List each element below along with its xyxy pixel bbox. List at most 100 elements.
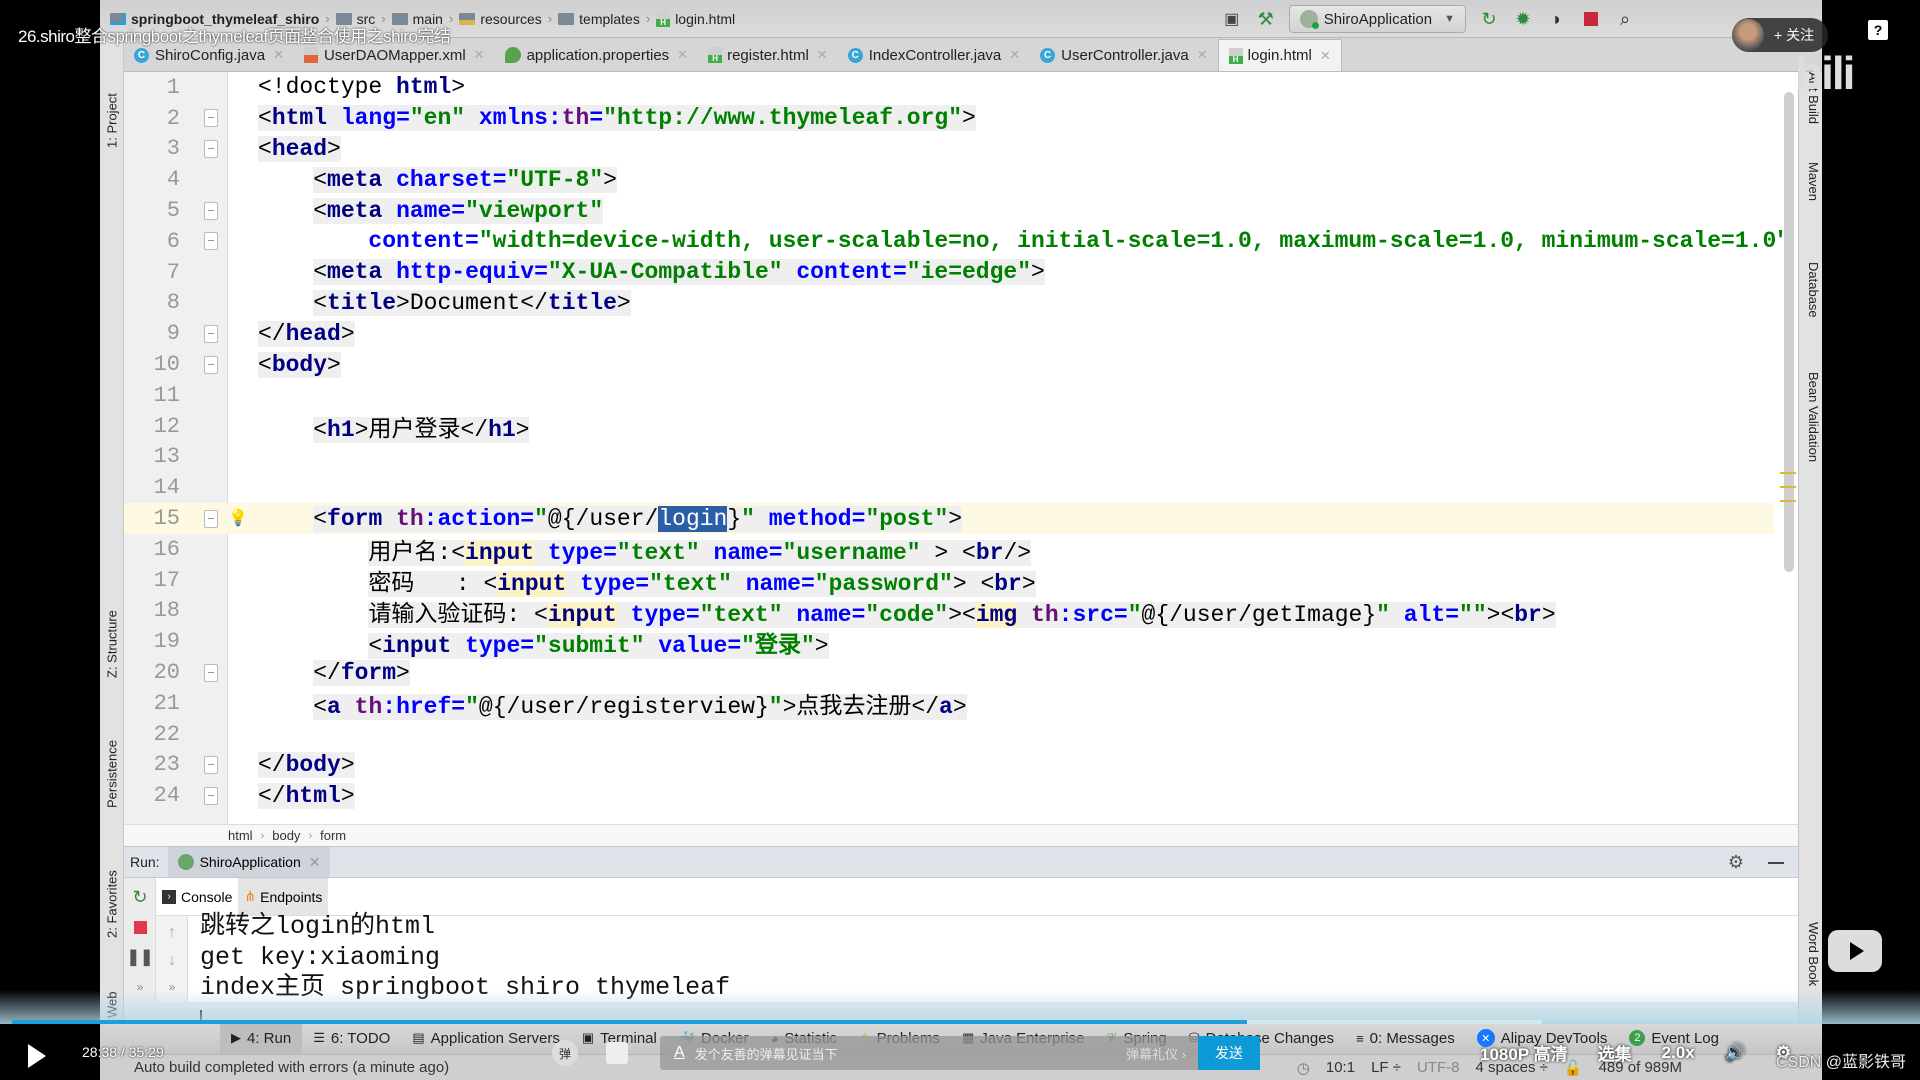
line-number[interactable]: 20 [124, 660, 184, 685]
more-icon[interactable]: » [163, 978, 181, 996]
tab-console[interactable]: › Console [156, 878, 239, 915]
play-icon[interactable] [28, 1044, 46, 1068]
line-number[interactable]: 13 [124, 444, 184, 469]
fold-marker-icon[interactable] [204, 109, 218, 128]
rerun-icon[interactable]: ↻ [1476, 6, 1502, 32]
tab-login-html[interactable]: Hlogin.html ✕ [1217, 39, 1342, 71]
line-number[interactable]: 19 [124, 629, 184, 654]
lightbulb-icon[interactable]: 💡 [228, 510, 248, 528]
code-line[interactable]: 18 请输入验证码: <input type="text" name="code… [124, 596, 1774, 628]
code-line[interactable]: 24 </html> [124, 780, 1774, 811]
breadcrumb-html[interactable]: html [228, 828, 253, 843]
breadcrumb-body[interactable]: body [272, 828, 300, 843]
search-icon[interactable]: ⌕ [1612, 6, 1638, 32]
tool-database[interactable]: Database [1801, 262, 1821, 342]
console-output[interactable]: 跳转之login的html get key:xiaoming index主页 s… [200, 912, 1798, 1030]
tool-favorites[interactable]: 2: Favorites [102, 828, 122, 938]
tab-register-html[interactable]: Hregister.html ✕ [698, 39, 838, 71]
toolwindow-application-servers[interactable]: ▤ Application Servers [401, 1022, 571, 1054]
fold-marker-icon[interactable] [204, 232, 218, 251]
code-line[interactable]: 23 </body> [124, 750, 1774, 781]
fold-marker-icon[interactable] [204, 139, 218, 158]
code-line[interactable]: 8 <title>Document</title> [124, 288, 1774, 319]
danmaku-input[interactable]: A 发个友善的弹幕见证当下 弹幕礼仪 › 发送 [660, 1036, 1260, 1070]
code-line[interactable]: 11 [124, 380, 1774, 411]
caret-position[interactable]: 10:1 [1326, 1059, 1355, 1076]
nav-crumb-templates[interactable]: templates › [558, 11, 650, 27]
line-number[interactable]: 1 [124, 75, 184, 100]
fold-marker-icon[interactable] [204, 755, 218, 774]
nav-crumb-file[interactable]: Hlogin.html [656, 10, 735, 27]
line-number[interactable]: 23 [124, 752, 184, 777]
line-number[interactable]: 6 [124, 229, 184, 254]
code-line[interactable]: 2 <html lang="en" xmlns:th="http://www.th… [124, 103, 1774, 134]
fold-marker-icon[interactable] [204, 324, 218, 343]
toolwindow-0-messages[interactable]: ≡ 0: Messages [1345, 1022, 1466, 1054]
tab-application-properties[interactable]: application.properties ✕ [495, 39, 699, 71]
fold-marker-icon[interactable] [204, 509, 218, 528]
close-icon[interactable]: ✕ [1320, 48, 1331, 64]
tab-endpoints[interactable]: ⋔ Endpoints [238, 878, 329, 915]
line-number[interactable]: 9 [124, 321, 184, 346]
rerun-icon[interactable]: ↻ [131, 887, 149, 907]
send-button[interactable]: 发送 [1198, 1036, 1260, 1070]
line-number[interactable]: 4 [124, 167, 184, 192]
tool-persistence[interactable]: Persistence [102, 698, 122, 808]
stop-icon[interactable] [131, 918, 149, 936]
code-line[interactable]: 5 <meta name="viewport" [124, 195, 1774, 226]
toolwindow-6-todo[interactable]: ☰ 6: TODO [302, 1022, 401, 1054]
file-encoding[interactable]: UTF-8 [1417, 1059, 1460, 1076]
close-icon[interactable]: ✕ [1009, 47, 1020, 63]
code-line[interactable]: 12 <h1>用户登录</h1> [124, 411, 1774, 444]
line-number[interactable]: 5 [124, 198, 184, 223]
fold-marker-icon[interactable] [204, 786, 218, 805]
line-separator[interactable]: LF ÷ [1371, 1059, 1401, 1076]
code-line[interactable]: 21 <a th:href="@{/user/registerview}">点我… [124, 688, 1774, 721]
warning-marker[interactable] [1780, 486, 1796, 488]
line-number[interactable]: 16 [124, 537, 184, 562]
warning-marker[interactable] [1780, 472, 1796, 474]
episodes-button[interactable]: 选集 [1598, 1040, 1632, 1065]
tab-index-controller[interactable]: C IndexController.java ✕ [838, 39, 1030, 71]
line-number[interactable]: 21 [124, 691, 184, 716]
code-line[interactable]: 16 用户名:<input type="text" name="username… [124, 534, 1774, 567]
code-line[interactable]: 9 </head> [124, 318, 1774, 349]
code-line[interactable]: 15 💡 <form th:action="@{/user/login}" met… [124, 503, 1774, 534]
toolwindow-4-run[interactable]: ▶ 4: Run [220, 1022, 303, 1054]
danmaku-toggle[interactable]: 弹 [552, 1040, 578, 1066]
close-icon[interactable]: ✕ [309, 854, 321, 871]
debug-bug-icon[interactable]: ✹ [1510, 6, 1536, 32]
run-anything-icon[interactable]: ▣ [1219, 6, 1245, 32]
help-icon[interactable]: ? [1868, 20, 1888, 40]
close-icon[interactable]: ✕ [817, 47, 828, 63]
line-number[interactable]: 3 [124, 136, 184, 161]
run-config-select[interactable]: ShiroApplication ▼ [1288, 5, 1466, 33]
warning-marker[interactable] [1780, 500, 1796, 502]
code-line[interactable]: 13 [124, 442, 1774, 473]
code-editor[interactable]: 1 <!doctype html> 2 <html lang="en" xmlns:t… [124, 72, 1798, 824]
speed-button[interactable]: 2.0x [1662, 1043, 1695, 1063]
line-number[interactable]: 2 [124, 106, 184, 131]
close-icon[interactable]: ✕ [1197, 47, 1208, 63]
volume-icon[interactable]: 🔊 [1725, 1043, 1746, 1063]
arrow-down-icon[interactable]: ↓ [163, 952, 181, 970]
code-line[interactable]: 17 密码 : <input type="text" name="passwor… [124, 565, 1774, 598]
tab-user-controller[interactable]: C UserController.java ✕ [1030, 39, 1217, 71]
close-icon[interactable]: ✕ [677, 47, 688, 63]
line-number[interactable]: 18 [124, 598, 184, 623]
quality-button[interactable]: 1080P 高清 [1480, 1040, 1568, 1065]
pause-icon[interactable]: ❚❚ [127, 948, 154, 966]
tool-bean-validation[interactable]: Bean Validation [1801, 372, 1821, 502]
line-number[interactable]: 10 [124, 352, 184, 377]
fold-marker-icon[interactable] [204, 201, 218, 220]
line-number[interactable]: 12 [124, 414, 184, 439]
fold-marker-icon[interactable] [204, 663, 218, 682]
code-line[interactable]: 20 </form> [124, 657, 1774, 688]
code-line[interactable]: 7 <meta http-equiv="X-UA-Compatible" con… [124, 257, 1774, 288]
avatar[interactable] [1732, 19, 1764, 51]
code-line[interactable]: 1 <!doctype html> [124, 72, 1774, 103]
tool-web[interactable]: Web [102, 958, 122, 1019]
nav-crumb-resources[interactable]: resources › [459, 11, 552, 27]
fold-marker-icon[interactable] [204, 355, 218, 374]
gear-icon[interactable]: ⚙ [1728, 852, 1744, 873]
